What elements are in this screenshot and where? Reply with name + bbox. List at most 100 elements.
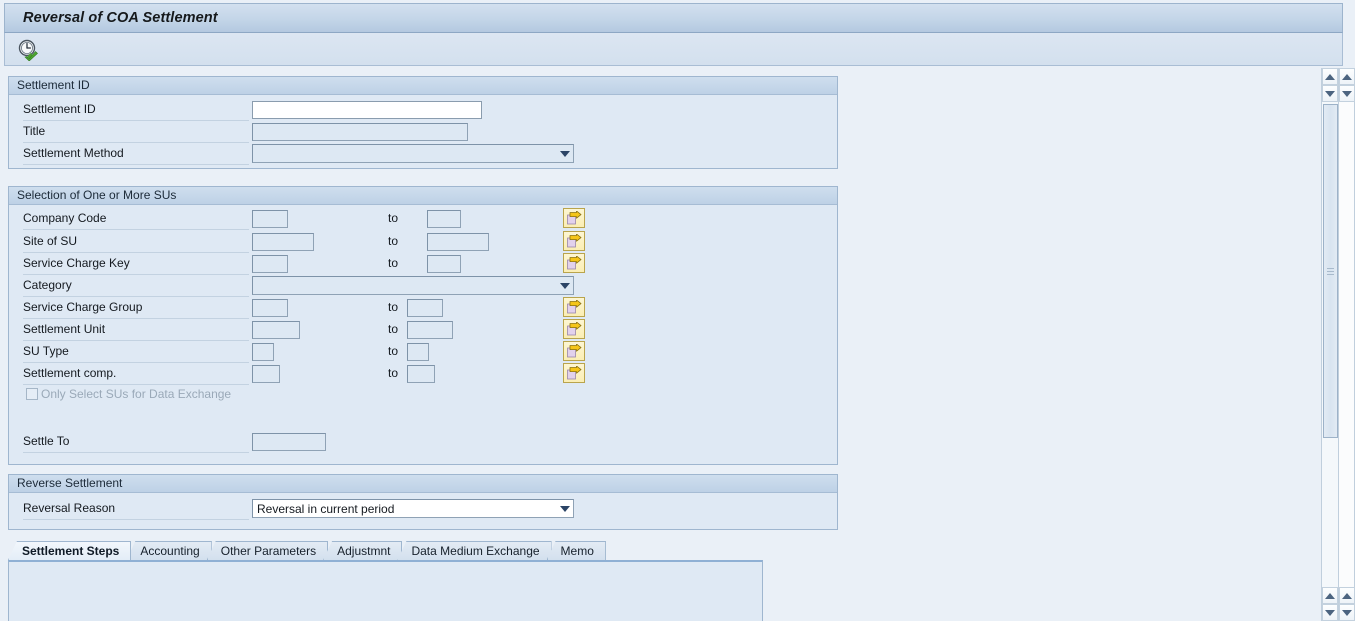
clock-check-icon[interactable] xyxy=(16,38,40,62)
scroll-down-icon[interactable] xyxy=(1339,604,1355,621)
reversal-reason-select[interactable]: Reversal in current period xyxy=(252,499,574,518)
tab-label: Other Parameters xyxy=(220,544,317,558)
settlement-unit-to-input[interactable] xyxy=(407,321,453,339)
multi-select-settlement-unit-button[interactable] xyxy=(563,319,585,339)
label-to: to xyxy=(388,234,399,248)
form-content-area: Settlement ID Settlement ID Title Settle… xyxy=(0,68,1325,621)
toolbar: © www.tutorialkart.com xyxy=(4,33,1343,94)
tab-strip: Settlement Steps Accounting Other Parame… xyxy=(8,541,763,621)
row-service-charge-key: Service Charge Key to xyxy=(9,253,837,275)
row-divider xyxy=(23,229,249,230)
row-divider xyxy=(23,452,249,453)
settlement-comp-from-input[interactable] xyxy=(252,365,280,383)
scroll-up-icon[interactable] xyxy=(1339,587,1355,604)
su-type-from-input[interactable] xyxy=(252,343,274,361)
label-service-charge-group: Service Charge Group xyxy=(23,300,143,314)
company-code-from-input[interactable] xyxy=(252,210,288,228)
tab-label: Accounting xyxy=(140,544,200,558)
title-input[interactable] xyxy=(252,123,468,141)
tab-data-medium-exchange[interactable]: Data Medium Exchange xyxy=(397,541,552,560)
settlement-id-input[interactable] xyxy=(252,101,482,119)
label-settlement-unit: Settlement Unit xyxy=(23,322,106,336)
chevron-down-icon[interactable] xyxy=(556,500,573,517)
outer-vertical-scrollbar[interactable] xyxy=(1338,68,1355,621)
service-charge-key-from-input[interactable] xyxy=(252,255,288,273)
checkbox-label: Only Select SUs for Data Exchange xyxy=(41,387,232,401)
label-service-charge-key: Service Charge Key xyxy=(23,256,130,270)
label-to: to xyxy=(388,344,399,358)
site-of-su-from-input[interactable] xyxy=(252,233,314,251)
label-title: Title xyxy=(23,124,46,138)
group-header-settlement-id: Settlement ID xyxy=(9,77,837,95)
group-settlement-id: Settlement ID Settlement ID Title Settle… xyxy=(8,76,838,169)
multi-select-settlement-comp-button[interactable] xyxy=(563,363,585,383)
scroll-up-icon[interactable] xyxy=(1339,68,1355,85)
scroll-down-icon[interactable] xyxy=(1339,85,1355,102)
label-reversal-reason: Reversal Reason xyxy=(23,501,116,515)
only-select-sus-for-data-exchange-checkbox[interactable]: Only Select SUs for Data Exchange xyxy=(26,387,231,401)
label-to: to xyxy=(388,366,399,380)
multi-select-service-charge-group-button[interactable] xyxy=(563,297,585,317)
label-category: Category xyxy=(23,278,72,292)
tab-accounting[interactable]: Accounting xyxy=(126,541,212,560)
row-site-of-su: Site of SU to xyxy=(9,231,837,253)
title-bar: Reversal of COA Settlement xyxy=(4,3,1343,33)
row-divider xyxy=(23,164,249,165)
su-type-to-input[interactable] xyxy=(407,343,429,361)
chevron-down-icon[interactable] xyxy=(556,145,573,162)
service-charge-group-to-input[interactable] xyxy=(407,299,443,317)
label-to: to xyxy=(388,211,399,225)
row-settlement-id: Settlement ID xyxy=(9,99,837,121)
label-settlement-id: Settlement ID xyxy=(23,102,96,116)
group-reverse-settlement: Reverse Settlement Reversal Reason Rever… xyxy=(8,474,838,530)
row-settlement-unit: Settlement Unit to xyxy=(9,319,837,341)
tab-memo[interactable]: Memo xyxy=(546,541,606,560)
row-service-charge-group: Service Charge Group to xyxy=(9,297,837,319)
multi-select-company-code-button[interactable] xyxy=(563,208,585,228)
group-selection-of-sus: Selection of One or More SUs Company Cod… xyxy=(8,186,838,465)
tab-settlement-steps[interactable]: Settlement Steps xyxy=(8,541,132,560)
scroll-down-icon[interactable] xyxy=(1322,604,1338,621)
label-to: to xyxy=(388,300,399,314)
tab-adjustmnt[interactable]: Adjustmnt xyxy=(323,541,403,560)
tab-label: Data Medium Exchange xyxy=(411,544,540,558)
scrollbar-thumb[interactable] xyxy=(1323,104,1338,438)
row-company-code: Company Code to xyxy=(9,208,837,230)
label-settlement-comp: Settlement comp. xyxy=(23,366,117,380)
scroll-up-icon[interactable] xyxy=(1322,587,1338,604)
row-title: Title xyxy=(9,121,837,143)
inner-vertical-scrollbar[interactable] xyxy=(1321,68,1338,621)
row-reversal-reason: Reversal Reason Reversal in current peri… xyxy=(9,498,837,520)
scroll-down-icon[interactable] xyxy=(1322,85,1338,102)
chevron-down-icon[interactable] xyxy=(556,277,573,294)
row-divider xyxy=(23,384,249,385)
company-code-to-input[interactable] xyxy=(427,210,461,228)
group-header-selection-of-sus: Selection of One or More SUs xyxy=(9,187,837,205)
group-body-reverse-settlement: Reversal Reason Reversal in current peri… xyxy=(9,493,837,530)
settlement-unit-from-input[interactable] xyxy=(252,321,300,339)
multi-select-su-type-button[interactable] xyxy=(563,341,585,361)
settlement-comp-to-input[interactable] xyxy=(407,365,435,383)
multi-select-site-of-su-button[interactable] xyxy=(563,231,585,251)
label-to: to xyxy=(388,256,399,270)
page-title: Reversal of COA Settlement xyxy=(23,10,218,26)
settlement-method-select[interactable] xyxy=(252,144,574,163)
label-company-code: Company Code xyxy=(23,211,107,225)
tab-label: Settlement Steps xyxy=(22,544,120,558)
settle-to-input[interactable] xyxy=(252,433,326,451)
service-charge-key-to-input[interactable] xyxy=(427,255,461,273)
row-divider xyxy=(23,519,249,520)
category-select[interactable] xyxy=(252,276,574,295)
sap-window: Reversal of COA Settlement © www.tutoria… xyxy=(0,0,1355,621)
tab-other-parameters[interactable]: Other Parameters xyxy=(206,541,329,560)
tab-list: Settlement Steps Accounting Other Parame… xyxy=(8,541,606,560)
row-settlement-comp: Settlement comp. to xyxy=(9,363,837,385)
site-of-su-to-input[interactable] xyxy=(427,233,489,251)
scroll-up-icon[interactable] xyxy=(1322,68,1338,85)
scrollbar-grip-icon xyxy=(1327,266,1334,277)
checkbox-box[interactable] xyxy=(26,388,38,400)
tab-label: Memo xyxy=(560,544,594,558)
service-charge-group-from-input[interactable] xyxy=(252,299,288,317)
multi-select-service-charge-key-button[interactable] xyxy=(563,253,585,273)
reversal-reason-value: Reversal in current period xyxy=(257,501,395,516)
